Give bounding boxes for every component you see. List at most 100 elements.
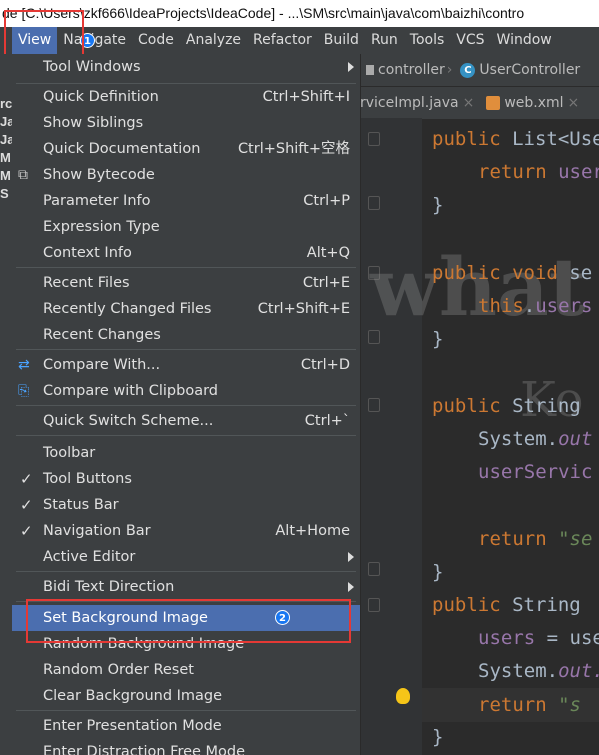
menu-item-label: Bidi Text Direction [43,579,175,595]
menu-separator [16,601,356,602]
menu-tools[interactable]: Tools [404,27,451,54]
keyword: public [432,262,513,284]
menu-item-shortcut: Ctrl+P [303,193,350,209]
code-line: } [432,328,444,350]
menu-item-label: Show Bytecode [43,167,155,183]
code-line: return "se [478,528,592,550]
menu-item-label: Quick Switch Scheme... [43,413,214,429]
fold-marker-icon[interactable] [368,132,380,146]
close-icon[interactable]: × [568,95,580,111]
editor-gutter [360,118,422,755]
code-line: return user [478,161,599,183]
keyword: this [478,295,524,317]
menu-separator [16,435,356,436]
menu-item-parameter-info[interactable]: Parameter Info Ctrl+P [12,188,360,214]
fold-marker-icon[interactable] [368,562,380,576]
code-line: public String [432,395,581,417]
field: user [558,161,599,183]
menu-item-label: Compare With... [43,357,161,373]
menu-item-expression-type[interactable]: Expression Type [12,214,360,240]
menu-item-toolbar[interactable]: Toolbar [12,440,360,466]
menu-vcs[interactable]: VCS [450,27,490,54]
xml-file-icon [486,96,501,110]
menu-item-enter-distraction-free-mode[interactable]: Enter Distraction Free Mode [12,739,360,755]
menu-item-navigation-bar[interactable]: ✓ Navigation Bar Alt+Home [12,518,360,544]
menu-item-quick-switch-scheme[interactable]: Quick Switch Scheme... Ctrl+` [12,408,360,434]
menu-item-tool-windows[interactable]: Tool Windows [12,54,360,80]
checkmark-icon: ✓ [20,470,33,488]
menu-item-recent-changes[interactable]: Recent Changes [12,322,360,348]
code-line: userServic [478,461,592,483]
menu-item-shortcut: Alt+Q [306,245,350,261]
annotation-badge-2: 2 [275,610,290,625]
code-line: } [432,194,444,216]
fold-marker-icon[interactable] [368,598,380,612]
folder-icon [366,65,374,75]
menu-item-compare-with[interactable]: ⇄ Compare With... Ctrl+D [12,352,360,378]
tab-serviceimpl[interactable]: rviceImpl.java [360,95,459,111]
checkmark-icon: ✓ [20,496,33,514]
menu-separator [16,710,356,711]
field: out [558,428,593,450]
menu-analyze[interactable]: Analyze [180,27,247,54]
menu-item-label: Enter Presentation Mode [43,718,222,734]
menu-item-active-editor[interactable]: Active Editor [12,544,360,570]
menu-item-label: Context Info [43,245,132,261]
menu-item-random-background-image[interactable]: Random Background Image [12,631,360,657]
close-icon[interactable]: × [463,95,475,111]
menu-run[interactable]: Run [365,27,404,54]
string: "se [558,528,593,550]
menu-item-bidi-text-direction[interactable]: Bidi Text Direction [12,574,360,600]
code-line: users = use [478,627,599,649]
code-text: . [523,295,536,317]
menu-item-label: Show Siblings [43,115,144,131]
menu-item-set-background-image[interactable]: Set Background Image 2 [12,605,360,631]
breadcrumb-usercontroller[interactable]: UserController [479,62,580,78]
project-letter: M [0,168,11,183]
editor-tabs: rviceImpl.java × web.xml × [360,86,599,119]
code-editor[interactable]: public List<Use return user } public voi… [432,118,599,755]
menu-separator [16,405,356,406]
menu-item-quick-documentation[interactable]: Quick Documentation Ctrl+Shift+空格 [12,136,360,162]
menu-code[interactable]: Code [132,27,180,54]
menu-item-compare-with-clipboard[interactable]: ⎘ Compare with Clipboard [12,378,360,404]
menu-item-status-bar[interactable]: ✓ Status Bar [12,492,360,518]
lightbulb-icon[interactable] [396,688,410,704]
fold-marker-icon[interactable] [368,398,380,412]
menu-item-enter-presentation-mode[interactable]: Enter Presentation Mode [12,713,360,739]
menu-separator [16,267,356,268]
tab-web-xml[interactable]: web.xml [504,95,563,111]
menu-item-label: Quick Documentation [43,141,201,157]
menu-item-show-bytecode[interactable]: ⧉ Show Bytecode [12,162,360,188]
project-letter: Ja [0,114,15,129]
fold-marker-icon[interactable] [368,196,380,210]
menu-item-context-info[interactable]: Context Info Alt+Q [12,240,360,266]
menu-item-label: Enter Distraction Free Mode [43,744,246,755]
menu-item-tool-buttons[interactable]: ✓ Tool Buttons [12,466,360,492]
menu-build[interactable]: Build [318,27,365,54]
menu-refactor[interactable]: Refactor [247,27,318,54]
menu-item-show-siblings[interactable]: Show Siblings [12,110,360,136]
window-title: de [C:\Users\zkf666\IdeaProjects\IdeaCod… [0,0,599,27]
menu-item-recently-changed-files[interactable]: Recently Changed Files Ctrl+Shift+E [12,296,360,322]
project-letter: Ja [0,132,15,147]
menu-item-label: Set Background Image [43,610,208,626]
menu-window[interactable]: Window [491,27,558,54]
project-panel-letters: rc Ja Ja M M S [0,95,15,203]
annotation-badge-1: 1 [80,33,95,48]
menu-item-recent-files[interactable]: Recent Files Ctrl+E [12,270,360,296]
menu-item-shortcut: Ctrl+Shift+空格 [237,141,350,157]
menu-item-quick-definition[interactable]: Quick Definition Ctrl+Shift+I [12,84,360,110]
code-line: this.users [478,295,592,317]
menu-view[interactable]: View [12,27,58,54]
menu-item-clear-background-image[interactable]: Clear Background Image [12,683,360,709]
menu-item-shortcut: Ctrl+Shift+I [262,89,350,105]
menu-item-random-order-reset[interactable]: Random Order Reset [12,657,360,683]
breadcrumb-controller[interactable]: controller [378,62,445,78]
keyword: public [432,594,513,616]
checkmark-icon: ✓ [20,522,33,540]
menu-separator [16,571,356,572]
code-line: } [432,561,444,583]
compare-clipboard-icon: ⎘ [18,383,30,399]
code-text: se [569,262,593,284]
